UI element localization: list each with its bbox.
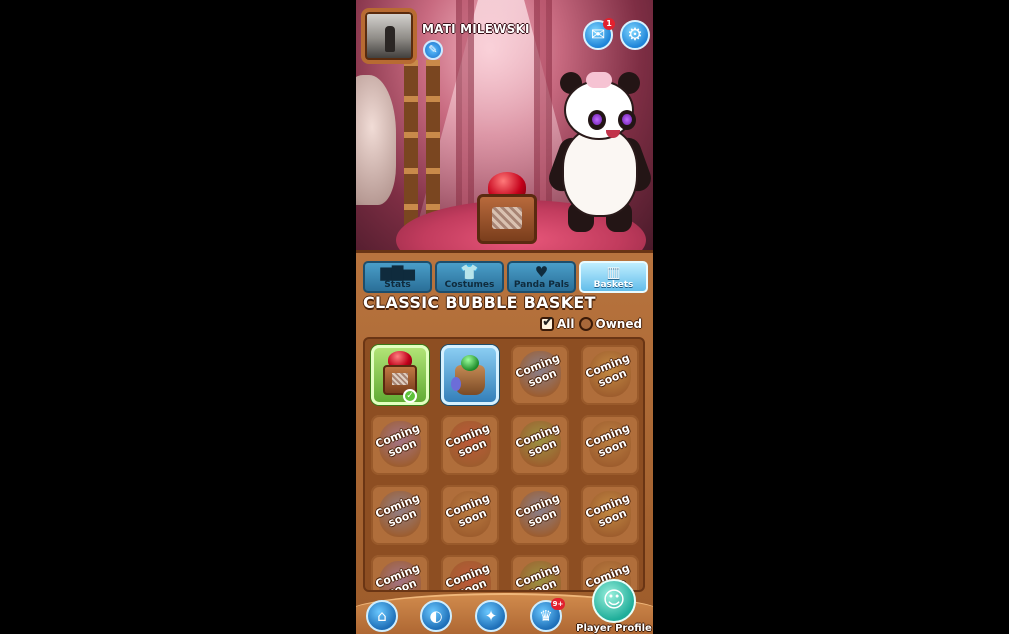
collection-filters: All Owned — [540, 314, 643, 331]
player-avatar[interactable] — [361, 8, 417, 64]
filter-owned[interactable]: Owned — [578, 317, 643, 331]
basket-icon: ▥ — [606, 263, 621, 281]
tab-panda-pals[interactable]: ♥ Panda Pals — [507, 261, 576, 293]
filter-all[interactable]: All — [540, 314, 575, 331]
tab-baskets[interactable]: ▥ Baskets — [579, 261, 648, 293]
shop-icon: ⌂ — [377, 607, 387, 625]
bar-chart-icon: ▆▇▅ — [380, 263, 415, 281]
pencil-icon: ✎ — [428, 43, 438, 56]
edit-profile-button[interactable]: ✎ — [423, 40, 443, 60]
map-button[interactable]: ◐ — [420, 600, 452, 632]
player-profile-label: Player Profile — [576, 623, 652, 634]
player-name: MATI MILEWSKI — [422, 22, 530, 36]
hanger-icon: 👕 — [460, 263, 479, 281]
basket-item-locked[interactable]: Comingsoon — [581, 345, 639, 405]
basket-item-locked[interactable]: Comingsoon — [441, 415, 499, 475]
filter-owned-label: Owned — [595, 317, 643, 331]
profile-panel: ▆▇▅ Stats 👕 Costumes ♥ Panda Pals ▥ Bask… — [356, 250, 653, 634]
basket-item-locked[interactable]: Comingsoon — [371, 415, 429, 475]
classic-basket-icon: ✓ — [381, 351, 419, 403]
settings-button[interactable]: ⚙ — [620, 20, 650, 50]
globe-icon: ◐ — [429, 607, 443, 625]
tab-label: Panda Pals — [513, 280, 570, 290]
leaderboard-button[interactable]: ♛ 9+ — [530, 598, 565, 632]
basket-item-locked[interactable]: Comingsoon — [371, 555, 429, 590]
profile-scene: MATI MILEWSKI ✎ ✉ 1 ⚙ — [356, 0, 653, 250]
basket-item-locked[interactable]: Comingsoon — [581, 485, 639, 545]
basket-item-locked[interactable]: Comingsoon — [511, 415, 569, 475]
tab-label: Costumes — [444, 280, 495, 290]
equipped-basket-display — [472, 172, 542, 247]
radio-unchecked-icon — [578, 317, 593, 331]
gear-icon: ⚙ — [627, 25, 643, 45]
basket-grid: ✓ Coming soon Coming soon Coming soon Coming soo… — [363, 337, 645, 592]
tab-stats[interactable]: ▆▇▅ Stats — [363, 261, 432, 293]
tab-costumes[interactable]: 👕 Costumes — [435, 261, 504, 293]
basket-item-locked[interactable]: Comingsoon — [371, 485, 429, 545]
mail-count-badge: 1 — [603, 18, 615, 30]
shelf-decoration — [426, 60, 440, 230]
tab-label: Baskets — [593, 280, 634, 290]
shop-button[interactable]: ⌂ — [366, 600, 398, 632]
mail-button[interactable]: ✉ 1 — [583, 18, 615, 50]
basket-box — [477, 194, 537, 244]
basket-item-locked[interactable]: Comingsoon — [441, 555, 499, 590]
equipped-check-icon: ✓ — [403, 389, 417, 403]
tree-basket-icon — [449, 351, 491, 397]
profile-tabs: ▆▇▅ Stats 👕 Costumes ♥ Panda Pals ▥ Bask… — [363, 261, 648, 293]
game-screen: MATI MILEWSKI ✎ ✉ 1 ⚙ ▆▇▅ Stats 👕 Costum… — [356, 0, 653, 634]
basket-item-tree[interactable] — [441, 345, 499, 405]
envelope-icon: ✉ — [590, 25, 606, 45]
scroll-icon: ✦ — [484, 607, 498, 625]
vase-decoration — [356, 75, 396, 205]
basket-item-classic[interactable]: ✓ — [371, 345, 429, 405]
panda-character — [545, 72, 653, 232]
basket-item-locked[interactable]: Comingsoon — [511, 345, 569, 405]
player-profile-button[interactable]: ☺ — [592, 579, 636, 623]
checkbox-checked-icon — [540, 314, 554, 331]
collection-title: CLASSIC BUBBLE BASKET — [363, 293, 596, 312]
basket-item-locked[interactable]: Comingsoon — [441, 485, 499, 545]
basket-item-locked[interactable]: Comingsoon — [581, 415, 639, 475]
quests-button[interactable]: ✦ — [475, 600, 507, 632]
bottom-navigation: ⌂ ◐ ✦ ♛ 9+ ☺ Player Profile — [356, 579, 653, 634]
hearts-icon: ♥ — [534, 263, 549, 281]
filter-all-label: All — [557, 317, 575, 331]
tab-label: Stats — [384, 280, 411, 290]
trophy-icon: ♛ — [539, 607, 553, 625]
shelf-decoration — [404, 60, 418, 230]
basket-item-locked[interactable]: Comingsoon — [511, 555, 569, 590]
trophy-count-badge: 9+ — [551, 598, 565, 610]
person-icon: ☺ — [602, 588, 626, 613]
basket-item-locked[interactable]: Comingsoon — [511, 485, 569, 545]
